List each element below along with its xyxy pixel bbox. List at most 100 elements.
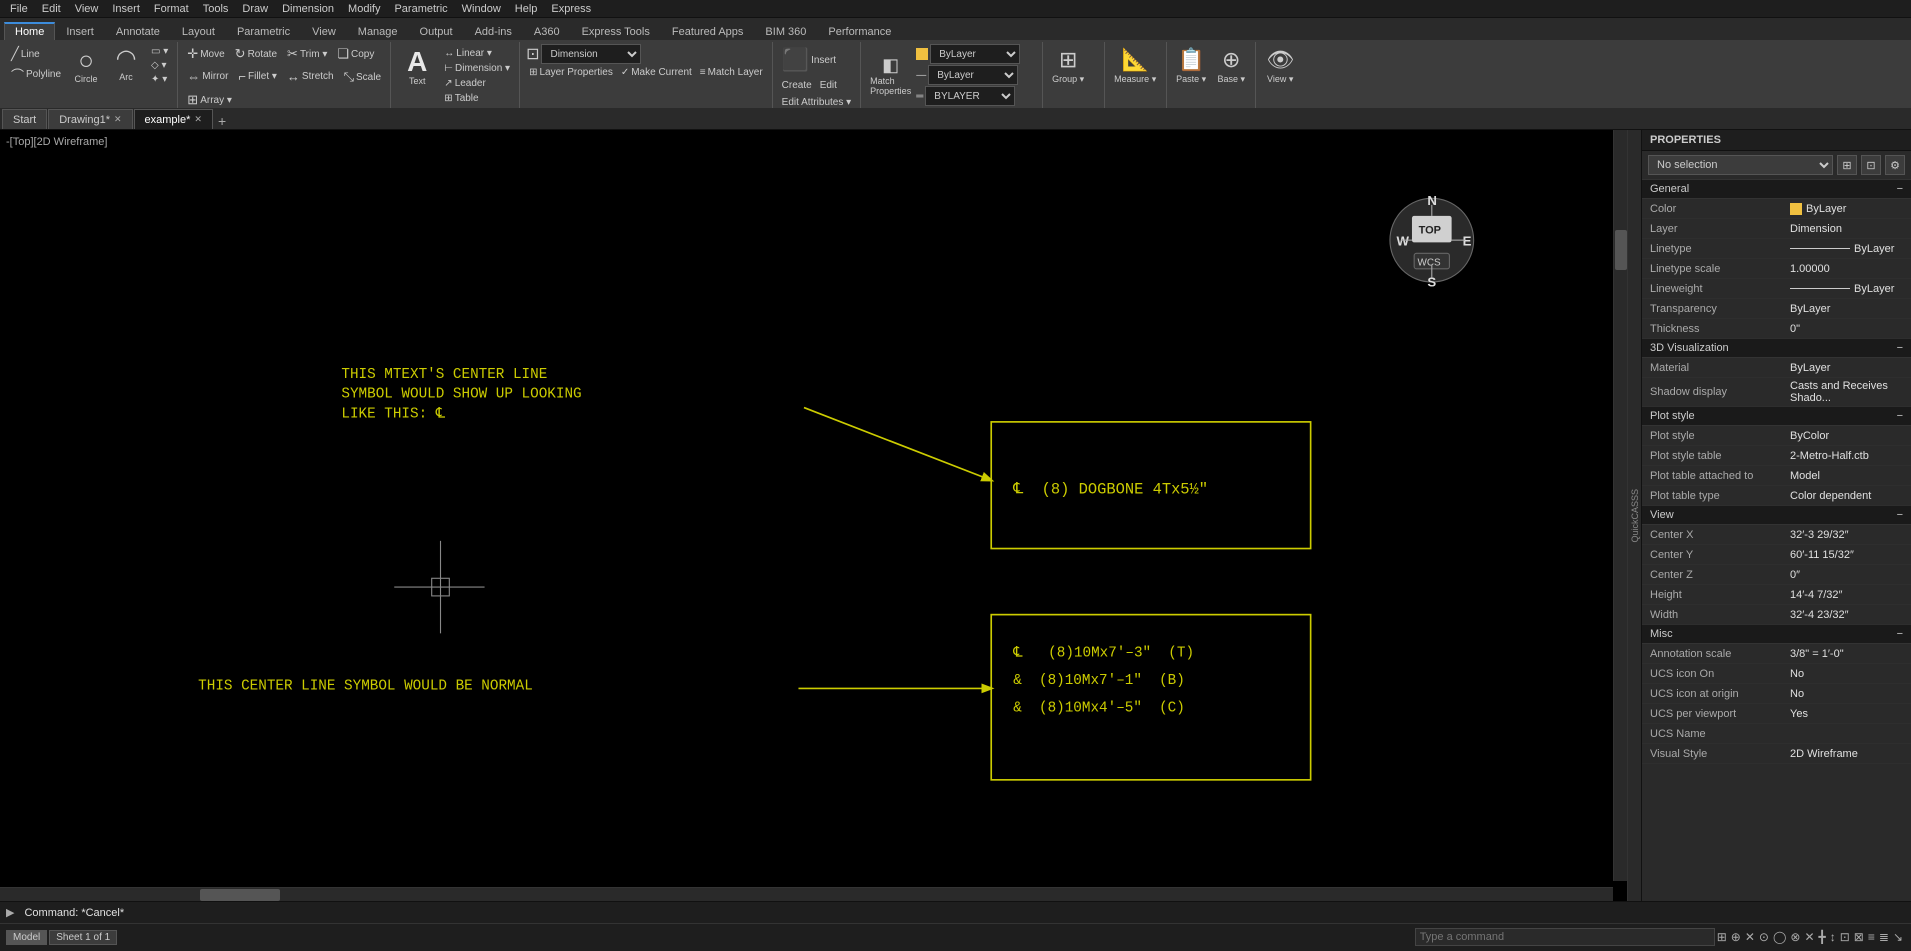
menu-parametric[interactable]: Parametric [388, 2, 453, 16]
btn-hatch[interactable]: ◇ ▾ [148, 59, 171, 72]
btn-polyline[interactable]: ⌒ Polyline [8, 64, 64, 85]
grid-icon[interactable]: ⊕ [1729, 930, 1743, 944]
btn-make-current[interactable]: ✓ Make Current [618, 66, 695, 79]
otrack-icon[interactable]: ⊗ [1788, 930, 1802, 944]
section-general[interactable]: General − [1642, 180, 1911, 199]
command-input[interactable] [1415, 928, 1715, 946]
btn-paste[interactable]: 📋 Paste ▾ [1173, 45, 1209, 87]
prop-icon-3[interactable]: ⚙ [1885, 155, 1905, 175]
btn-move[interactable]: ✛ Move [184, 45, 227, 63]
horizontal-scrollbar[interactable] [0, 887, 1613, 901]
btn-arc[interactable]: ◠ Arc [108, 45, 144, 84]
tab-drawing1-close[interactable]: ✕ [114, 114, 122, 125]
btn-text-big[interactable]: A Text [397, 45, 437, 89]
vertical-scrollbar[interactable] [1613, 130, 1627, 881]
tp-icon[interactable]: ⊡ [1838, 930, 1852, 944]
color-dropdown[interactable]: ByLayer [930, 44, 1020, 64]
tab-addins[interactable]: Add-ins [464, 23, 523, 40]
section-misc[interactable]: Misc − [1642, 625, 1911, 644]
model-tab-sheet1[interactable]: Sheet 1 of 1 [49, 930, 117, 945]
menu-tools[interactable]: Tools [197, 2, 235, 16]
tab-annotate[interactable]: Annotate [105, 23, 171, 40]
prop-icon-1[interactable]: ⊞ [1837, 155, 1857, 175]
menu-help[interactable]: Help [509, 2, 544, 16]
layer-dropdown[interactable]: Dimension [541, 44, 641, 64]
section-plotstyle[interactable]: Plot style − [1642, 407, 1911, 426]
qp-icon[interactable]: ⊠ [1852, 930, 1866, 944]
menu-express[interactable]: Express [545, 2, 597, 16]
quickcass-panel[interactable]: QuickCASSS [1627, 130, 1641, 901]
btn-linear-dropdown[interactable]: ↔ Linear ▾ [441, 47, 513, 60]
linetype-dropdown[interactable]: ByLayer [928, 65, 1018, 85]
btn-create-block[interactable]: Create [779, 79, 815, 92]
tab-example[interactable]: example* ✕ [134, 109, 213, 129]
btn-leader[interactable]: ↗ Leader [441, 77, 513, 90]
tab-manage[interactable]: Manage [347, 23, 409, 40]
selection-dropdown[interactable]: No selection [1648, 155, 1833, 175]
tab-start[interactable]: Start [2, 109, 47, 129]
btn-rect[interactable]: ▭ ▾ [148, 45, 171, 58]
btn-layer-properties[interactable]: ⊞ Layer Properties [526, 66, 616, 79]
btn-array[interactable]: ⊞ Array ▾ [184, 91, 235, 109]
btn-match-properties[interactable]: ◧ MatchProperties [867, 53, 914, 98]
sc-icon[interactable]: ≡ [1866, 930, 1877, 944]
lw-icon[interactable]: ↕ [1828, 930, 1838, 944]
btn-measure[interactable]: 📐 Measure ▾ [1111, 45, 1159, 87]
btn-match-layer[interactable]: ≡ Match Layer [697, 66, 766, 79]
prop-icon-2[interactable]: ⊡ [1861, 155, 1881, 175]
tab-featuredapps[interactable]: Featured Apps [661, 23, 755, 40]
osnap-icon[interactable]: ◯ [1771, 930, 1788, 944]
btn-gradient[interactable]: ✦ ▾ [148, 73, 171, 86]
menu-dimension[interactable]: Dimension [276, 2, 340, 16]
menu-draw[interactable]: Draw [236, 2, 274, 16]
anno-icon[interactable]: ≣ [1877, 930, 1891, 944]
btn-dimension-dropdown[interactable]: ⊢ Dimension ▾ [441, 62, 513, 75]
tab-a360[interactable]: A360 [523, 23, 571, 40]
ortho-icon[interactable]: ✕ [1743, 930, 1757, 944]
dyn-icon[interactable]: ╋ [1817, 930, 1828, 944]
tab-bim360[interactable]: BIM 360 [754, 23, 817, 40]
menu-format[interactable]: Format [148, 2, 195, 16]
drawing-area[interactable]: -[Top][2D Wireframe] THIS MTEXT'S CENTER… [0, 130, 1641, 901]
polar-icon[interactable]: ⊙ [1757, 930, 1771, 944]
tab-parametric[interactable]: Parametric [226, 23, 301, 40]
btn-group[interactable]: ⊞ Group ▾ [1049, 45, 1087, 87]
btn-fillet[interactable]: ⌐ Fillet ▾ [235, 68, 280, 85]
section-3dviz[interactable]: 3D Visualization − [1642, 339, 1911, 358]
btn-line[interactable]: ╱ Line [8, 45, 64, 63]
btn-circle[interactable]: ○ Circle [68, 45, 104, 86]
model-tab-model[interactable]: Model [6, 930, 47, 945]
snap-icon[interactable]: ⊞ [1715, 930, 1729, 944]
tab-drawing1[interactable]: Drawing1* ✕ [48, 109, 132, 129]
btn-scale[interactable]: ⤡ Scale [341, 68, 384, 86]
menu-modify[interactable]: Modify [342, 2, 386, 16]
btn-table[interactable]: ⊞ Table [441, 92, 513, 105]
section-view[interactable]: View − [1642, 506, 1911, 525]
btn-insert[interactable]: ⬛ Insert [779, 45, 839, 75]
menu-window[interactable]: Window [456, 2, 507, 16]
tab-layout[interactable]: Layout [171, 23, 226, 40]
btn-trim[interactable]: ✂ Trim ▾ [284, 45, 330, 63]
btn-view-dropdown[interactable]: 👁 View ▾ [1262, 45, 1298, 87]
tab-performance[interactable]: Performance [817, 23, 902, 40]
menu-edit[interactable]: Edit [36, 2, 67, 16]
tab-home[interactable]: Home [4, 22, 55, 40]
btn-stretch[interactable]: ↔ Stretch [284, 68, 337, 85]
ws-icon[interactable]: ↘ [1891, 930, 1905, 944]
ducs-icon[interactable]: ✕ [1802, 930, 1816, 944]
tab-insert[interactable]: Insert [55, 23, 105, 40]
lineweight-dropdown[interactable]: BYLAYER [925, 86, 1015, 106]
btn-rotate[interactable]: ↻ Rotate [232, 45, 280, 63]
btn-copy[interactable]: ❏ Copy [334, 45, 377, 63]
btn-mirror[interactable]: ⇔ Mirror [184, 68, 231, 85]
tab-expresstools[interactable]: Express Tools [571, 23, 661, 40]
btn-base[interactable]: ⊕ Base ▾ [1213, 45, 1249, 87]
tab-output[interactable]: Output [409, 23, 464, 40]
menu-insert[interactable]: Insert [106, 2, 146, 16]
menu-view[interactable]: View [69, 2, 105, 16]
tab-add-button[interactable]: + [214, 113, 230, 129]
btn-edit-block[interactable]: Edit [817, 79, 840, 92]
tab-view[interactable]: View [301, 23, 347, 40]
tab-example-close[interactable]: ✕ [194, 114, 202, 125]
menu-file[interactable]: File [4, 2, 34, 16]
